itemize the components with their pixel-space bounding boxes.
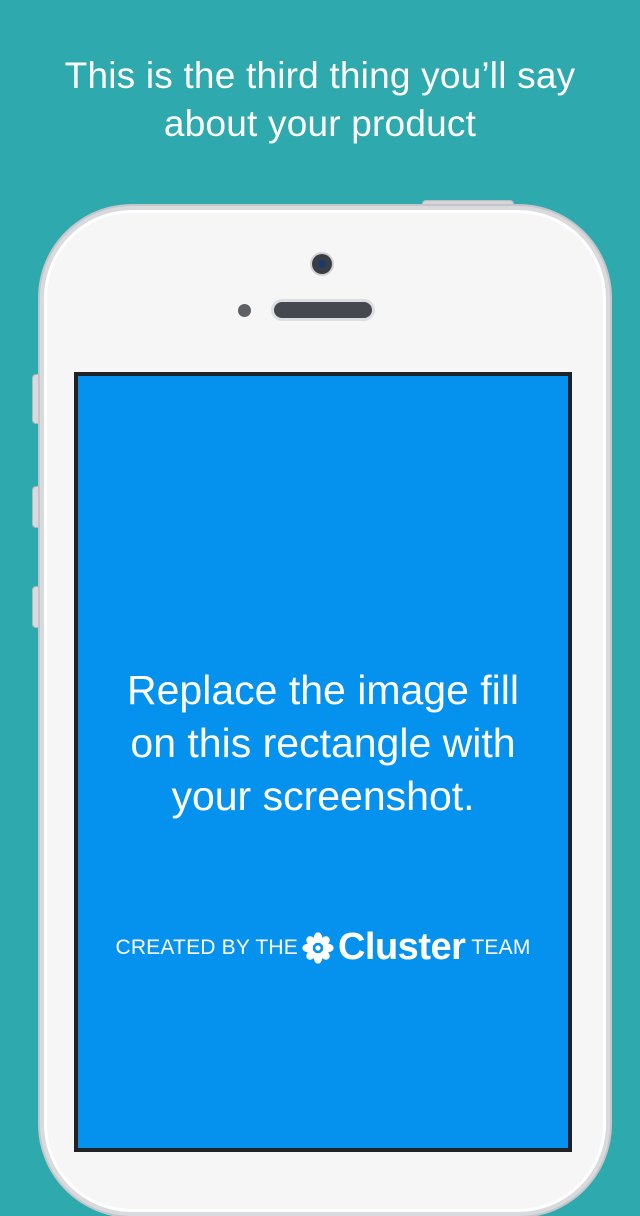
credit-line: CREATED BY THE Cluster TEAM xyxy=(78,926,568,969)
message-line-1: Replace the image fill xyxy=(127,667,519,713)
message-line-3: your screenshot. xyxy=(171,773,475,819)
credit-suffix: TEAM xyxy=(471,935,531,959)
placeholder-message: Replace the image fill on this rectangle… xyxy=(78,664,568,823)
sensor-icon xyxy=(238,304,251,317)
camera-icon xyxy=(312,254,332,274)
cluster-logo: Cluster xyxy=(302,926,466,969)
headline-line-1: This is the third thing you’ll say xyxy=(64,55,576,96)
phone-screen: Replace the image fill on this rectangle… xyxy=(74,372,572,1152)
credit-prefix: CREATED BY THE xyxy=(115,935,298,959)
headline-line-2: about your product xyxy=(163,103,477,144)
headline: This is the third thing you’ll say about… xyxy=(0,52,640,148)
message-line-2: on this rectangle with xyxy=(130,720,516,766)
credit-brand: Cluster xyxy=(337,926,466,968)
speaker-grille xyxy=(274,302,372,318)
flower-icon xyxy=(302,931,334,964)
